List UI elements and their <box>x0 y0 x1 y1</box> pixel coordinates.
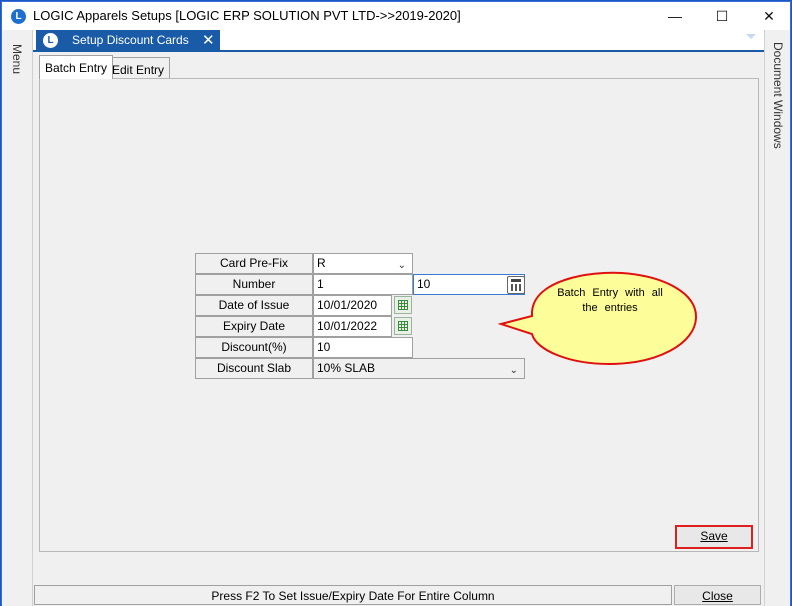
close-window-button[interactable]: ✕ <box>746 2 792 30</box>
document-tab-strip: L Setup Discount Cards ✕ <box>33 30 764 52</box>
status-bar: Press F2 To Set Issue/Expiry Date For En… <box>34 585 672 605</box>
app-window: L LOGIC Apparels Setups [LOGIC ERP SOLUT… <box>1 1 791 606</box>
card-prefix-select[interactable]: R ⌄ <box>313 253 413 274</box>
close-tab-icon[interactable]: ✕ <box>202 31 215 49</box>
calendar-icon[interactable] <box>394 296 412 314</box>
discount-input[interactable]: 10 <box>313 337 413 358</box>
close-button[interactable]: Close <box>674 585 761 605</box>
document-tab-setup-discount-cards[interactable]: L Setup Discount Cards ✕ <box>36 30 220 52</box>
number-label: Number <box>195 274 313 295</box>
document-windows-dock[interactable]: Document Windows <box>764 30 790 606</box>
minimize-button[interactable]: — <box>652 2 698 30</box>
save-button-label: Save <box>700 529 728 543</box>
callout-bubble <box>497 271 698 366</box>
tab-list-dropdown-icon[interactable] <box>746 34 756 39</box>
date-of-issue-input[interactable]: 10/01/2020 <box>313 295 392 316</box>
window-title: LOGIC Apparels Setups [LOGIC ERP SOLUTIO… <box>33 8 461 23</box>
document-logo-icon: L <box>43 33 58 48</box>
expiry-date-label: Expiry Date <box>195 316 313 337</box>
app-logo-icon: L <box>11 9 26 24</box>
discount-label: Discount(%) <box>195 337 313 358</box>
expiry-date-input[interactable]: 10/01/2022 <box>313 316 392 337</box>
menu-dock[interactable]: Menu <box>2 30 33 606</box>
menu-dock-label[interactable]: Menu <box>10 44 24 74</box>
card-prefix-value: R <box>317 256 326 270</box>
tab-batch-entry[interactable]: Batch Entry <box>39 55 114 79</box>
title-bar: L LOGIC Apparels Setups [LOGIC ERP SOLUT… <box>2 2 790 30</box>
tab-edit-entry[interactable]: Edit Entry <box>106 57 171 79</box>
document-windows-label[interactable]: Document Windows <box>771 42 785 149</box>
maximize-button[interactable]: ☐ <box>699 2 745 30</box>
number-from-input[interactable]: 1 <box>313 274 413 295</box>
save-button[interactable]: Save <box>675 525 753 549</box>
discount-slab-label: Discount Slab <box>195 358 313 379</box>
chevron-down-icon: ⌄ <box>397 260 406 271</box>
card-prefix-label: Card Pre-Fix <box>195 253 313 274</box>
discount-slab-value: 10% SLAB <box>317 361 376 375</box>
calendar-icon[interactable] <box>394 317 412 335</box>
date-of-issue-label: Date of Issue <box>195 295 313 316</box>
document-tab-label: Setup Discount Cards <box>72 33 189 47</box>
callout-text: Batch Entry with all the entries <box>557 287 663 314</box>
close-button-label: Close <box>702 589 733 603</box>
